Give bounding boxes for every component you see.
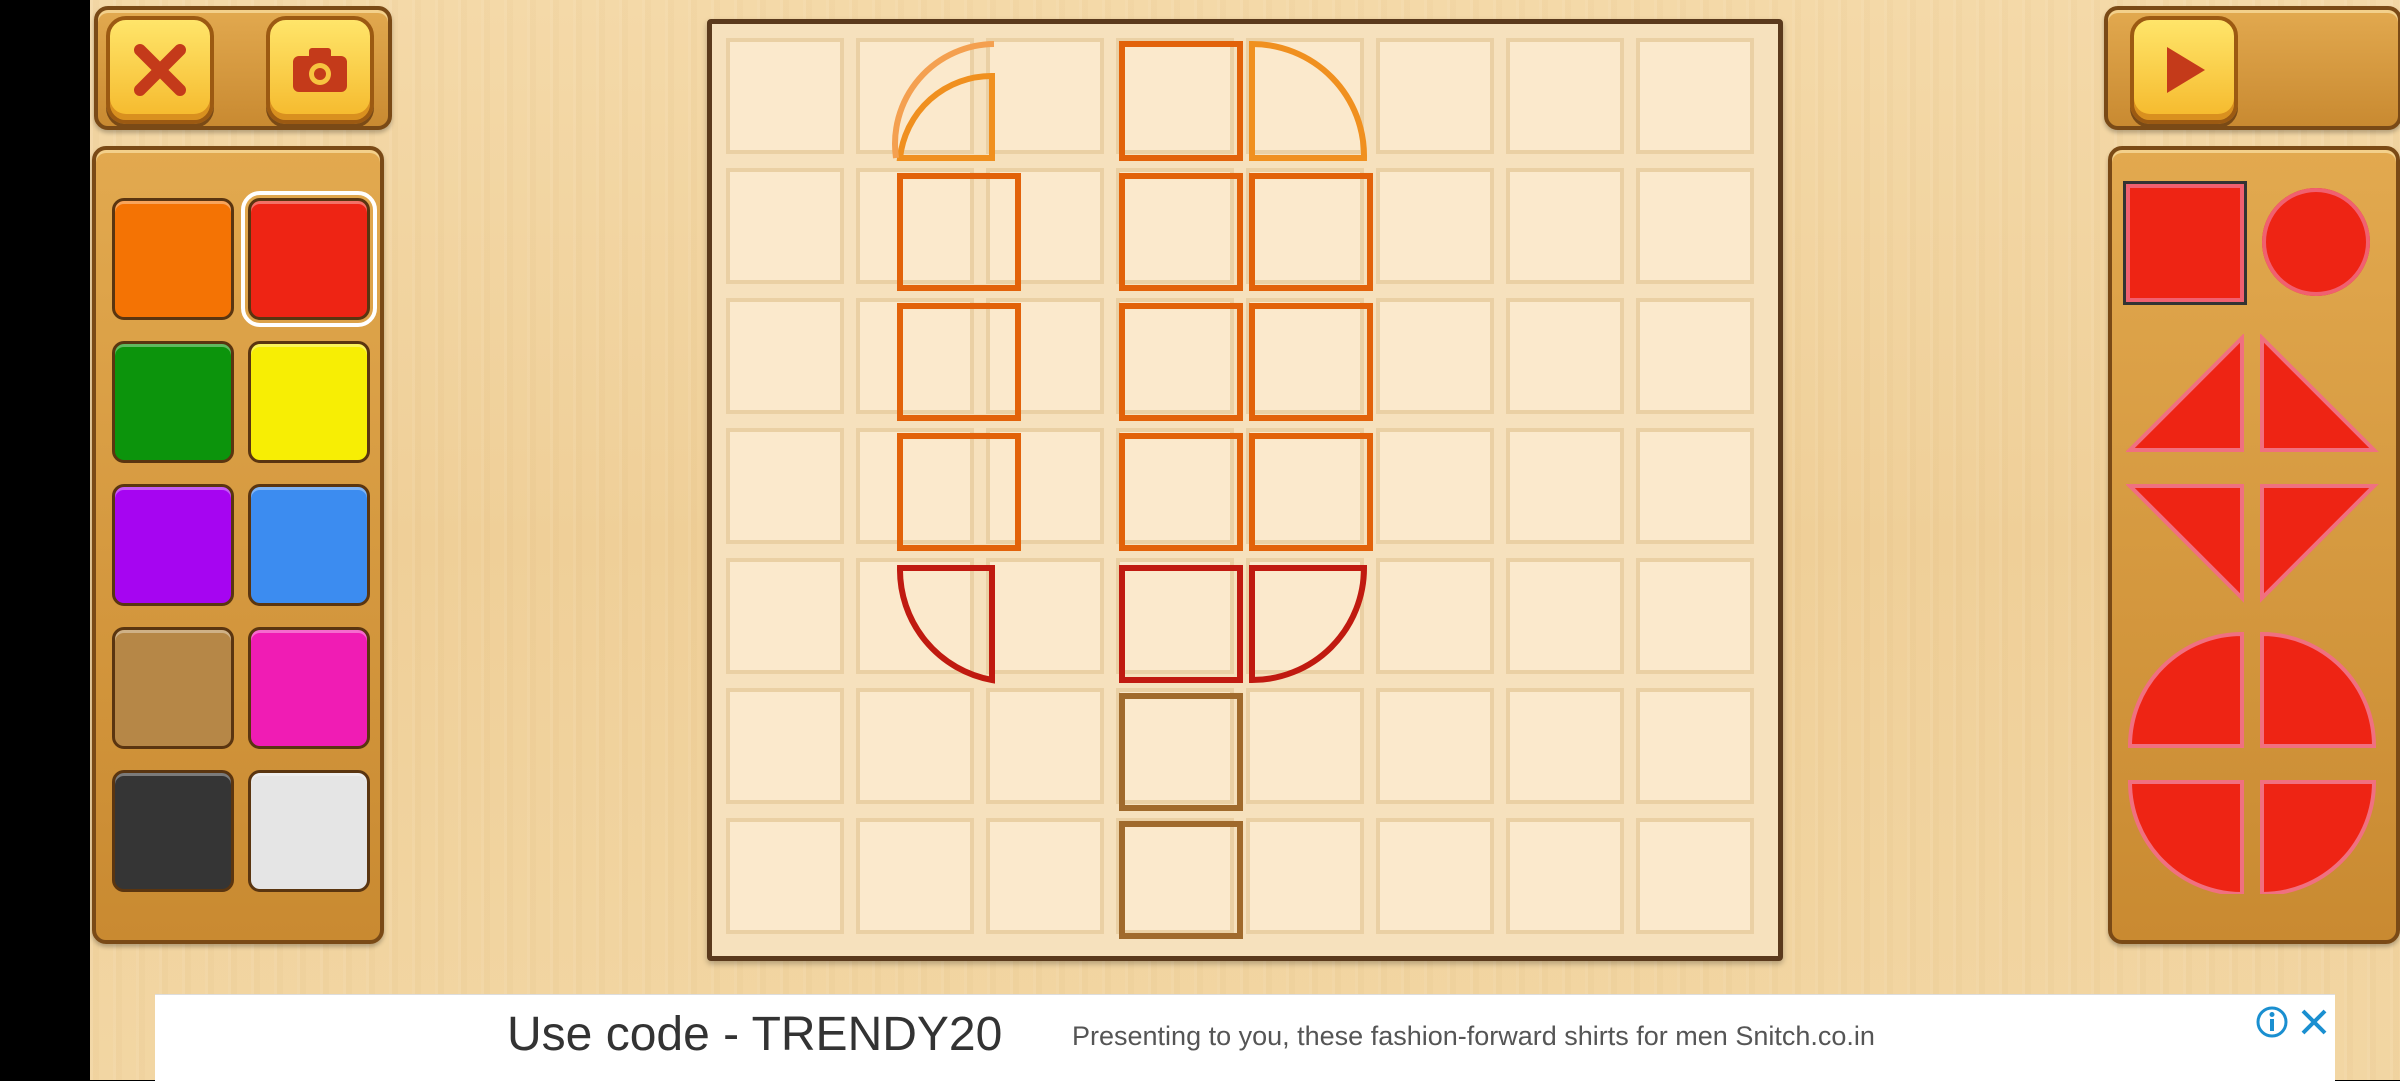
- ad-code: Use code - TRENDY20: [507, 1008, 1003, 1061]
- outline-body-cell: [897, 303, 1021, 421]
- shape-circle[interactable]: [2262, 188, 2370, 296]
- outline-body-cell: [1119, 433, 1243, 551]
- outline-cap-middle: [1119, 41, 1243, 161]
- outline-body-cell: [897, 433, 1021, 551]
- ad-banner[interactable]: Use code - TRENDY20 Presenting to you, t…: [155, 994, 2335, 1081]
- outline-stick-bottom: [1119, 821, 1243, 939]
- shape-triangle-bottom-right[interactable]: [2126, 334, 2244, 452]
- color-swatch-purple[interactable]: [112, 484, 234, 606]
- outline-body-cell: [1119, 173, 1243, 291]
- shape-triangle-top-right[interactable]: [2126, 484, 2244, 603]
- color-swatch-white[interactable]: [248, 770, 370, 892]
- outline-stick-top: [1119, 693, 1243, 811]
- ad-close-icon[interactable]: [2297, 1005, 2331, 1039]
- camera-icon: [293, 48, 347, 92]
- shape-quarter-bottom-right[interactable]: [2260, 780, 2377, 894]
- outline-bottom-middle: [1119, 565, 1243, 683]
- shape-quarter-bottom-left[interactable]: [2127, 780, 2244, 894]
- shape-grid: [2126, 334, 2379, 894]
- ad-body: Presenting to you, these fashion-forward…: [1072, 1021, 1875, 1051]
- outline-body-cell: [1249, 303, 1373, 421]
- color-swatch-blue[interactable]: [248, 484, 370, 606]
- popsicle-outline: [892, 40, 1373, 939]
- outline-bottom-left: [896, 565, 995, 684]
- color-swatch-red[interactable]: [241, 191, 377, 327]
- play-button[interactable]: [2130, 16, 2238, 124]
- shape-quarter-top-right[interactable]: [2260, 631, 2377, 748]
- drawing-board: [707, 19, 1783, 961]
- close-icon: [134, 44, 186, 96]
- close-button[interactable]: [106, 16, 214, 124]
- play-icon: [2167, 47, 2205, 93]
- outline-body-cell: [897, 173, 1021, 291]
- color-swatch-black[interactable]: [112, 770, 234, 892]
- shape-triangle-top-left[interactable]: [2260, 484, 2379, 603]
- info-icon[interactable]: [2255, 1005, 2289, 1039]
- color-swatch-green[interactable]: [112, 341, 234, 463]
- shape-triangle-bottom-left[interactable]: [2260, 334, 2379, 452]
- outline-cap-right: [1249, 40, 1368, 161]
- shape-quarter-top-left[interactable]: [2127, 631, 2244, 748]
- color-swatch-pink[interactable]: [248, 627, 370, 749]
- outline-body-cell: [1249, 433, 1373, 551]
- color-swatch-orange[interactable]: [112, 198, 234, 320]
- outline-body-cell: [1249, 173, 1373, 291]
- shape-square[interactable]: [2123, 181, 2247, 305]
- camera-button[interactable]: [266, 16, 374, 124]
- outline-bottom-right: [1249, 565, 1368, 684]
- color-swatch-yellow[interactable]: [248, 341, 370, 463]
- color-swatch-brown[interactable]: [112, 627, 234, 749]
- outline-body-cell: [1119, 303, 1243, 421]
